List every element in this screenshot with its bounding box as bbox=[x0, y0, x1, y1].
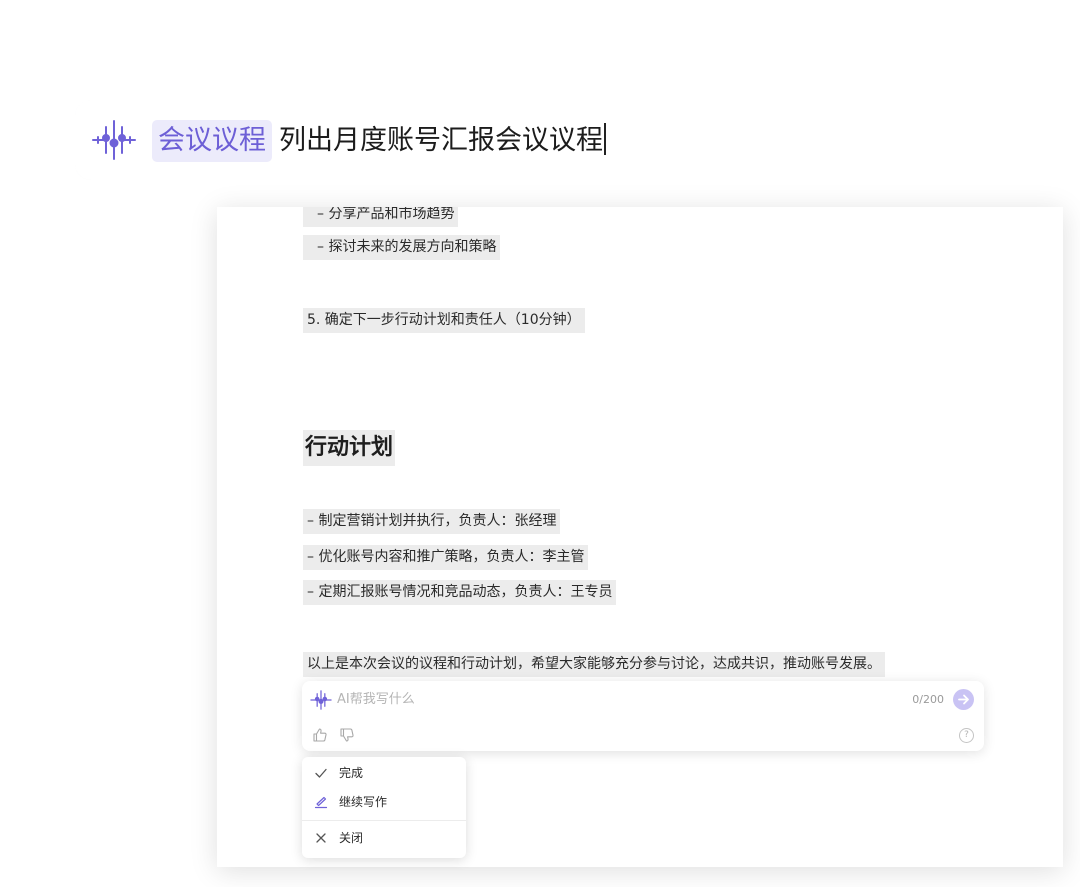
agenda-item: 5. 确定下一步行动计划和责任人（10分钟） bbox=[303, 308, 585, 333]
prompt-bar[interactable]: 会议议程 列出月度账号汇报会议议程 bbox=[75, 100, 775, 180]
menu-item-close[interactable]: 关闭 bbox=[302, 825, 466, 851]
text-caret bbox=[604, 123, 606, 155]
action-item: – 定期汇报账号情况和竞品动态，负责人：王专员 bbox=[303, 580, 617, 605]
prompt-tag[interactable]: 会议议程 bbox=[152, 120, 272, 162]
menu-item-label: 关闭 bbox=[339, 831, 364, 845]
help-icon[interactable]: ? bbox=[959, 728, 974, 743]
ai-prompt-input[interactable]: AI帮我写什么 bbox=[337, 689, 415, 711]
check-icon bbox=[315, 768, 327, 778]
arrow-right-icon bbox=[958, 694, 969, 705]
action-item: – 制定营销计划并执行，负责人：张经理 bbox=[303, 509, 561, 534]
prompt-input[interactable]: 列出月度账号汇报会议议程 bbox=[279, 120, 606, 162]
doc-line: – 探讨未来的发展方向和策略 bbox=[303, 235, 501, 260]
thumbs-down-icon[interactable] bbox=[339, 727, 355, 743]
menu-divider bbox=[302, 820, 466, 821]
stage: 会议议程 列出月度账号汇报会议议程 – 分享产品和市场趋势 – 探讨未来的发展方… bbox=[0, 0, 1080, 887]
char-counter: 0/200 bbox=[912, 693, 944, 706]
menu-item-continue-writing[interactable]: 继续写作 bbox=[302, 789, 466, 815]
pen-icon bbox=[314, 796, 328, 809]
close-icon bbox=[316, 833, 326, 843]
closing-paragraph: 以上是本次会议的议程和行动计划，希望大家能够充分参与讨论，达成共识，推动账号发展… bbox=[303, 652, 885, 677]
action-item: – 优化账号内容和推广策略，负责人：李主管 bbox=[303, 545, 589, 570]
section-heading: 行动计划 bbox=[303, 430, 396, 466]
menu-item-done[interactable]: 完成 bbox=[302, 760, 466, 786]
ai-sparkle-icon bbox=[310, 690, 332, 710]
send-button[interactable] bbox=[953, 689, 974, 710]
ai-sparkle-icon bbox=[92, 120, 136, 160]
prompt-input-text: 列出月度账号汇报会议议程 bbox=[279, 125, 603, 156]
action-menu: 完成 继续写作 关闭 bbox=[302, 757, 466, 858]
menu-item-label: 完成 bbox=[339, 766, 364, 780]
thumbs-up-icon[interactable] bbox=[312, 727, 328, 743]
ai-write-box[interactable]: AI帮我写什么 0/200 ? bbox=[302, 681, 984, 751]
doc-line-partial: – 分享产品和市场趋势 bbox=[303, 207, 459, 227]
menu-item-label: 继续写作 bbox=[339, 795, 388, 809]
